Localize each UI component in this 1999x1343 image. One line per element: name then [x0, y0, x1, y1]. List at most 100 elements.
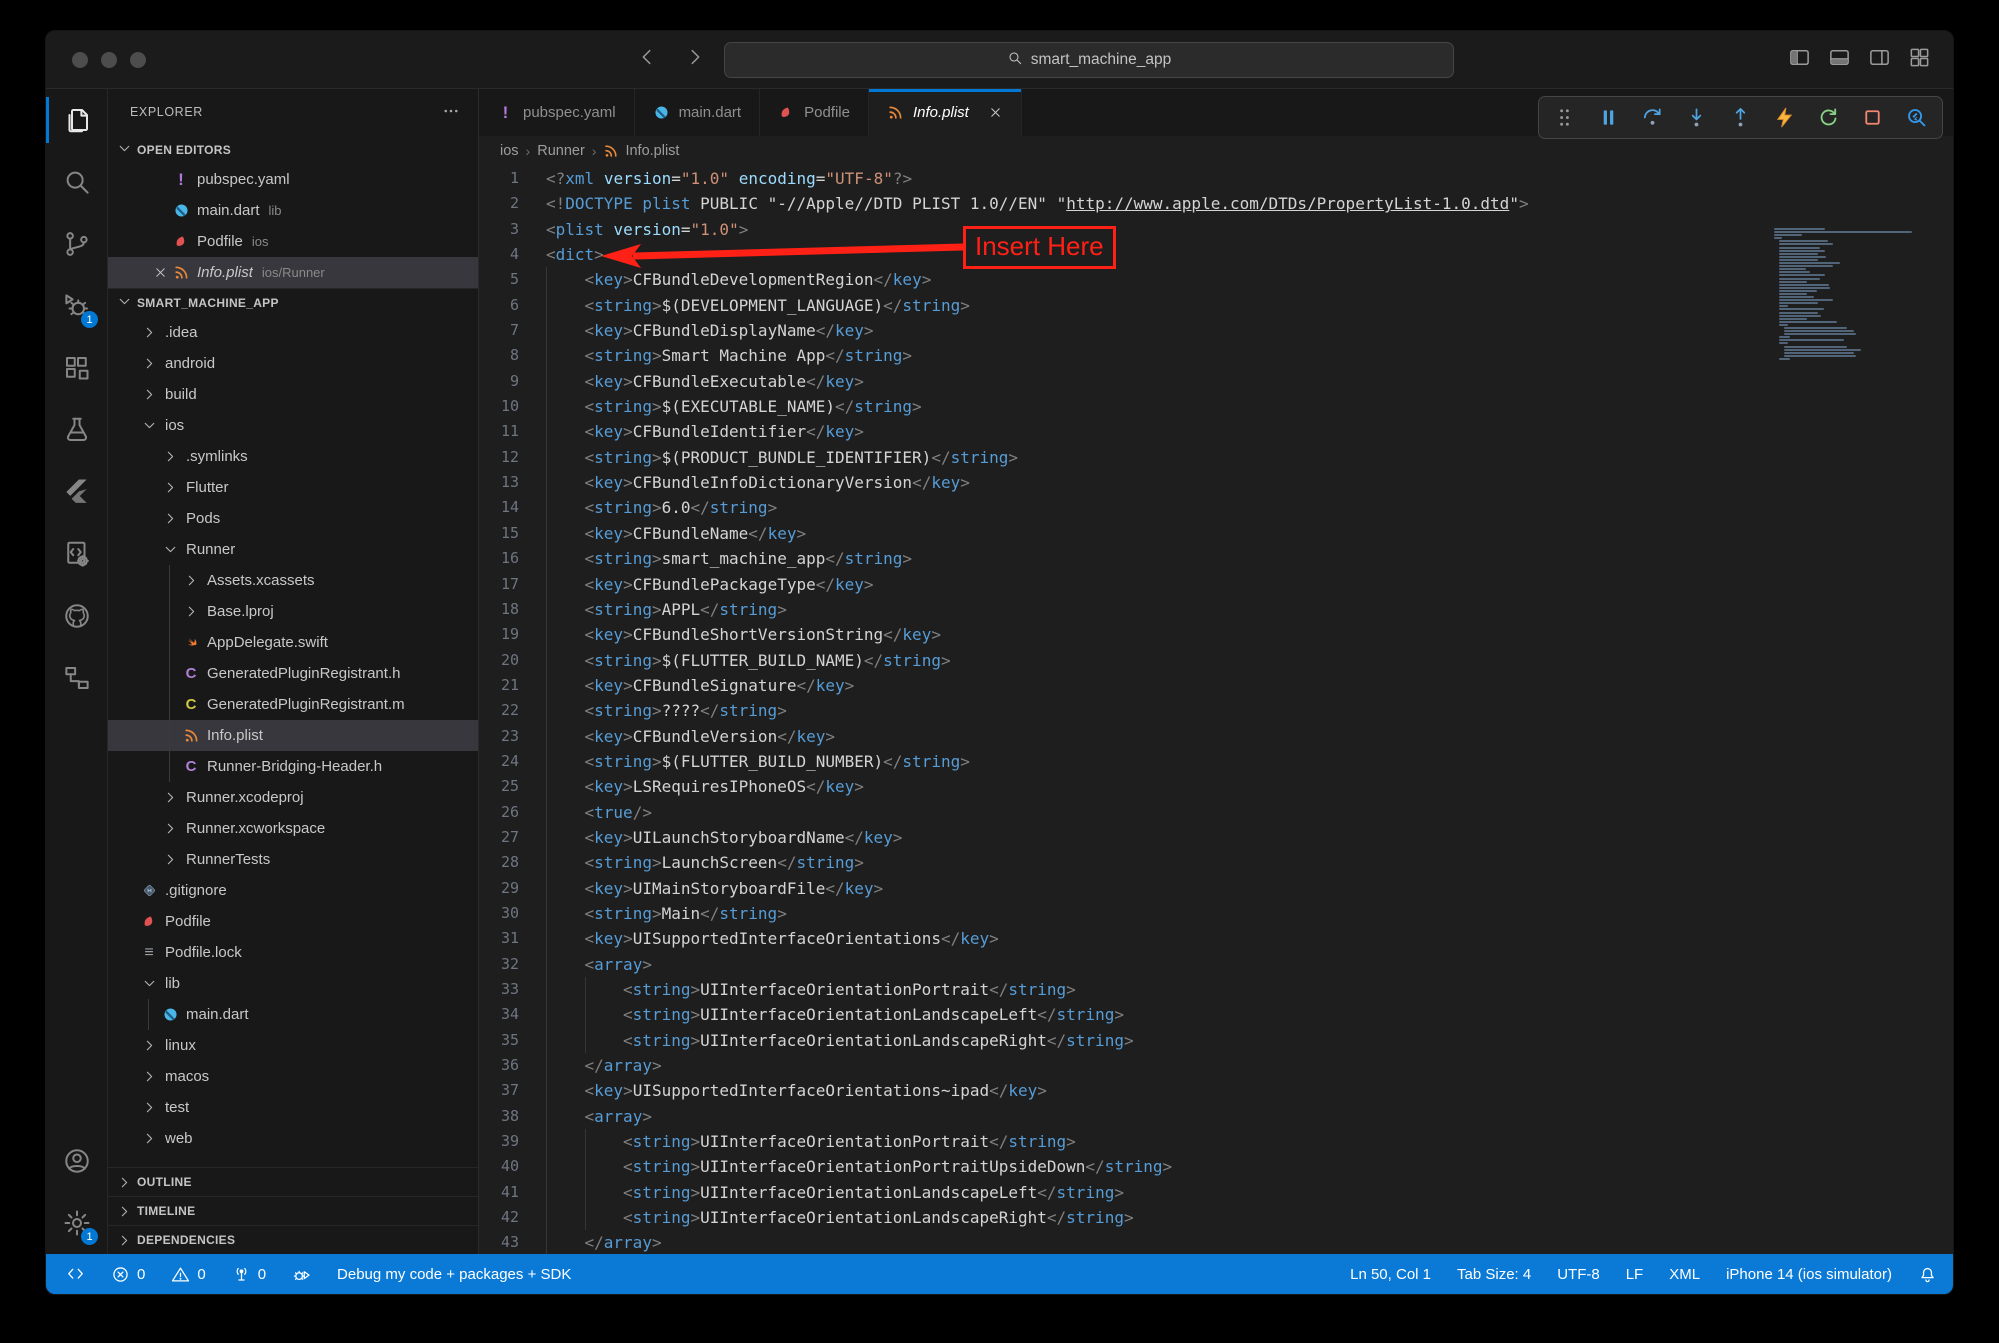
close-icon[interactable]	[988, 105, 1003, 120]
restart-icon[interactable]	[1817, 106, 1840, 129]
status-warnings[interactable]: 0	[171, 1265, 205, 1284]
breadcrumb-runner[interactable]: Runner	[537, 143, 585, 159]
command-center-search[interactable]: smart_machine_app	[724, 42, 1454, 78]
activity-references[interactable]	[46, 647, 107, 709]
zoom-window-button[interactable]	[130, 52, 146, 68]
tree-item-symlinks[interactable]: .symlinks	[108, 441, 478, 472]
code-editor[interactable]: 1<?xml version="1.0" encoding="UTF-8"?>2…	[479, 166, 1953, 1254]
section-outline[interactable]: OUTLINE	[108, 1167, 478, 1196]
step-into-icon[interactable]	[1685, 106, 1708, 129]
tree-item-flutter[interactable]: Flutter	[108, 472, 478, 503]
open-editor-main-dart[interactable]: main.dartlib	[108, 195, 478, 226]
tree-item-runner[interactable]: Runner	[108, 534, 478, 565]
tree-item-runner-xcodeproj[interactable]: Runner.xcodeproj	[108, 782, 478, 813]
project-root-header[interactable]: SMART_MACHINE_APP	[108, 288, 478, 317]
tree-item-lib[interactable]: lib	[108, 968, 478, 999]
section-dependencies[interactable]: DEPENDENCIES	[108, 1225, 478, 1254]
toggle-panel-icon[interactable]	[1828, 46, 1851, 74]
activity-settings[interactable]: 1	[46, 1192, 107, 1254]
tree-item-podfile-lock[interactable]: ≡Podfile.lock	[108, 937, 478, 968]
status-cursor-position[interactable]: Ln 50, Col 1	[1350, 1266, 1431, 1283]
tab-pubspec-yaml[interactable]: !pubspec.yaml	[479, 89, 635, 136]
activity-search[interactable]	[46, 151, 107, 213]
tab-main-dart[interactable]: main.dart	[635, 89, 761, 136]
breadcrumb-info-plist[interactable]: Info.plist	[603, 143, 679, 159]
tree-item-idea[interactable]: .idea	[108, 317, 478, 348]
status-remote[interactable]	[66, 1265, 85, 1284]
activity-testing[interactable]	[46, 399, 107, 461]
breadcrumb[interactable]: ios›Runner›Info.plist	[479, 136, 1953, 166]
status-feedback[interactable]: 0	[232, 1265, 266, 1284]
forward-icon[interactable]	[684, 46, 706, 73]
tree-item-runner-bridging-header-h[interactable]: CRunner-Bridging-Header.h	[108, 751, 478, 782]
status-debug-launch[interactable]	[292, 1265, 311, 1284]
tree-item-gitignore[interactable]: .gitignore	[108, 875, 478, 906]
tree-item-runnertests[interactable]: RunnerTests	[108, 844, 478, 875]
widget-inspector-icon[interactable]	[1905, 106, 1928, 129]
status-errors[interactable]: 0	[111, 1265, 145, 1284]
tree-item-linux[interactable]: linux	[108, 1030, 478, 1061]
tree-item-podfile[interactable]: Podfile	[108, 906, 478, 937]
tab-podfile[interactable]: Podfile	[760, 89, 869, 136]
tree-item-ios[interactable]: ios	[108, 410, 478, 441]
status-device[interactable]: iPhone 14 (ios simulator)	[1726, 1266, 1892, 1283]
pause-icon[interactable]	[1597, 106, 1620, 129]
customize-layout-icon[interactable]	[1908, 46, 1931, 74]
status-notifications[interactable]	[1918, 1265, 1937, 1284]
minimap[interactable]	[1774, 228, 1924, 361]
activity-extensions[interactable]	[46, 337, 107, 399]
activity-github[interactable]	[46, 585, 107, 647]
section-timeline[interactable]: TIMELINE	[108, 1196, 478, 1225]
hot-reload-icon[interactable]	[1773, 106, 1796, 129]
open-editor-podfile[interactable]: Podfileios	[108, 226, 478, 257]
activity-project-runner[interactable]	[46, 523, 107, 585]
stop-icon[interactable]	[1861, 106, 1884, 129]
tree-item-main-dart[interactable]: main.dart	[108, 999, 478, 1030]
close-icon[interactable]	[150, 264, 170, 282]
gripper-icon[interactable]	[1553, 106, 1576, 129]
tree-item-appdelegate-swift[interactable]: AppDelegate.swift	[108, 627, 478, 658]
breadcrumb-ios[interactable]: ios	[500, 143, 519, 159]
close-window-button[interactable]	[72, 52, 88, 68]
step-over-icon[interactable]	[1641, 106, 1664, 129]
tree-item-macos[interactable]: macos	[108, 1061, 478, 1092]
traffic-lights[interactable]	[72, 52, 146, 68]
toggle-secondary-sidebar-icon[interactable]	[1868, 46, 1891, 74]
tree-item-assets-xcassets[interactable]: Assets.xcassets	[108, 565, 478, 596]
tree-item-build[interactable]: build	[108, 379, 478, 410]
tree-item-pods[interactable]: Pods	[108, 503, 478, 534]
status-eol[interactable]: LF	[1626, 1266, 1644, 1283]
tree-item-info-plist[interactable]: Info.plist	[108, 720, 478, 751]
activity-accounts[interactable]	[46, 1130, 107, 1192]
tree-item-web[interactable]: web	[108, 1123, 478, 1154]
status-indentation[interactable]: Tab Size: 4	[1457, 1266, 1531, 1283]
tree-item-runner-xcworkspace[interactable]: Runner.xcworkspace	[108, 813, 478, 844]
minimize-window-button[interactable]	[101, 52, 117, 68]
activity-flutter[interactable]	[46, 461, 107, 523]
tree-item-generatedpluginregistrant-h[interactable]: CGeneratedPluginRegistrant.h	[108, 658, 478, 689]
open-editor-pubspec-yaml[interactable]: !pubspec.yaml	[108, 164, 478, 195]
tree-item-android[interactable]: android	[108, 348, 478, 379]
tree-item-test[interactable]: test	[108, 1092, 478, 1123]
activity-source-control[interactable]	[46, 213, 107, 275]
status-language-mode[interactable]: XML	[1669, 1266, 1700, 1283]
line-number: 22	[479, 698, 519, 723]
tab-info-plist[interactable]: Info.plist	[869, 89, 1022, 136]
status-encoding[interactable]: UTF-8	[1557, 1266, 1600, 1283]
activity-run-and-debug[interactable]: 1	[46, 275, 107, 337]
open-editor-info-plist[interactable]: Info.plistios/Runner	[108, 257, 478, 288]
open-editors-header[interactable]: OPEN EDITORS	[108, 135, 478, 164]
activity-explorer[interactable]	[46, 89, 107, 151]
more-actions-icon[interactable]	[442, 102, 460, 123]
tree-item-base-lproj[interactable]: Base.lproj	[108, 596, 478, 627]
line-number: 1	[479, 166, 519, 191]
ch-file-icon: C	[182, 758, 200, 776]
debug-toolbar	[1538, 96, 1943, 139]
status-launch-config[interactable]: Debug my code + packages + SDK	[337, 1266, 571, 1283]
chevron-down-icon	[116, 140, 133, 160]
toggle-primary-sidebar-icon[interactable]	[1788, 46, 1811, 74]
tree-item-generatedpluginregistrant-m[interactable]: CGeneratedPluginRegistrant.m	[108, 689, 478, 720]
back-icon[interactable]	[636, 46, 658, 73]
file-name: Info.plist	[197, 264, 253, 281]
step-out-icon[interactable]	[1729, 106, 1752, 129]
